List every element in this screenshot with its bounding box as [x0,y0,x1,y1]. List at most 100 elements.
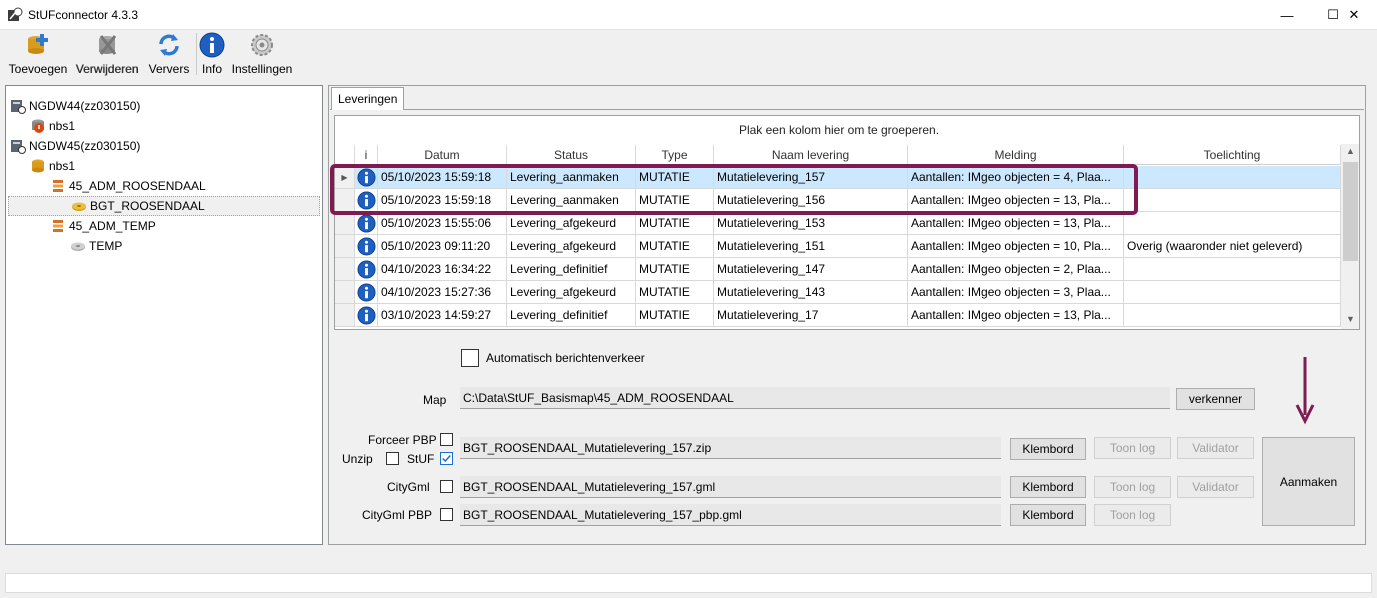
close-button[interactable]: ✕ [1331,0,1377,30]
cell-type: MUTATIE [636,281,714,303]
table-row[interactable]: 05/10/2023 09:11:20 Levering_afgekeurd MUT… [335,235,1341,258]
cell-toelichting [1124,304,1341,326]
table-row[interactable]: 04/10/2023 16:34:22 Levering_definitief MU… [335,258,1341,281]
tree-item-nbs1-error[interactable]: nbs1 [8,116,320,136]
scroll-up-arrow-icon[interactable]: ▲ [1341,144,1359,161]
header-toelichting[interactable]: Toelichting [1124,145,1341,165]
auto-messaging-label: Automatisch berichtenverkeer [486,351,645,365]
connection-tree[interactable]: NGDW44(zz030150) nbs1 NGDW45(zz030150) n… [5,85,323,545]
refresh-button[interactable]: Ververs [148,32,190,78]
table-row[interactable]: 04/10/2023 15:27:36 Levering_afgekeurd MUT… [335,281,1341,304]
tree-item-bgt-roosendaal[interactable]: BGT_ROOSENDAAL [8,196,320,216]
database-error-icon [32,119,44,133]
row-indicator[interactable] [335,235,355,257]
row-indicator[interactable] [335,258,355,280]
explorer-button[interactable]: verkenner [1176,388,1255,410]
cell-melding: Aantallen: IMgeo objecten = 13, Pla... [908,304,1124,326]
citygml-pbp-label: CityGml PBP [362,508,433,522]
tree-item-45-adm-roosendaal[interactable]: 45_ADM_ROOSENDAAL [8,176,320,196]
cell-datum: 04/10/2023 16:34:22 [378,258,507,280]
toolbar: Toevoegen Verwijderen Ververs Info Inste… [0,30,1377,80]
header-naam-levering[interactable]: Naam levering [714,145,908,165]
create-button[interactable]: Aanmaken [1262,437,1355,526]
row-indicator[interactable] [335,281,355,303]
forceer-pbp-checkbox[interactable] [440,433,453,446]
scrollbar-thumb[interactable] [1343,162,1358,261]
stuf-file-field[interactable]: BGT_ROOSENDAAL_Mutatielevering_157.zip [460,437,1001,459]
header-melding[interactable]: Melding [908,145,1124,165]
info-icon [357,213,376,233]
info-icon [355,281,378,303]
layers-icon [53,180,63,192]
vertical-scrollbar[interactable]: ▲ ▼ [1341,144,1359,329]
cell-type: MUTATIE [636,304,714,326]
tree-item-45-adm-temp[interactable]: 45_ADM_TEMP [8,216,320,236]
stuf-clipboard-button[interactable]: Klembord [1010,438,1086,460]
group-panel-hint[interactable]: Plak een kolom hier om te groeperen. [335,116,1343,144]
stuf-show-log-button[interactable]: Toon log [1094,437,1171,459]
info-icon [357,282,376,302]
minimize-button[interactable]: — [1264,0,1310,30]
remove-button[interactable]: Verwijderen [74,32,140,78]
citygml-pbp-show-log-button[interactable]: Toon log [1094,504,1171,526]
citygml-checkbox[interactable] [440,480,453,493]
cell-type: MUTATIE [636,235,714,257]
window-title: StUFconnector 4.3.3 [28,8,139,22]
auto-messaging-checkbox[interactable] [461,349,479,367]
add-button[interactable]: Toevoegen [8,32,68,78]
citygml-show-log-button[interactable]: Toon log [1094,476,1171,498]
cell-type: MUTATIE [636,258,714,280]
citygml-label: CityGml [387,480,430,494]
citygml-pbp-checkbox[interactable] [440,508,453,521]
header-status[interactable]: Status [507,145,636,165]
cell-toelichting [1124,189,1341,211]
header-info[interactable]: i [355,145,378,165]
stuf-checkbox[interactable] [440,452,453,465]
header-indicator [335,145,355,165]
app-logo-icon [8,7,23,21]
title-bar: StUFconnector 4.3.3 — ☐ [0,0,1377,30]
cell-toelichting: Overig (waaronder niet geleverd) [1124,235,1341,257]
header-datum[interactable]: Datum [378,145,507,165]
info-icon [355,212,378,234]
cell-datum: 05/10/2023 15:55:06 [378,212,507,234]
cell-status: Levering_afgekeurd [507,281,636,303]
gear-icon [251,34,273,56]
scroll-down-arrow-icon[interactable]: ▼ [1341,312,1359,329]
cell-toelichting [1124,166,1341,188]
header-type[interactable]: Type [636,145,714,165]
info-button[interactable]: Info [198,32,226,78]
cell-melding: Aantallen: IMgeo objecten = 2, Plaa... [908,258,1124,280]
row-indicator[interactable] [335,212,355,234]
citygml-pbp-file-field[interactable]: BGT_ROOSENDAAL_Mutatielevering_157_pbp.g… [460,504,1001,526]
remove-database-icon [99,35,117,55]
row-indicator[interactable] [335,304,355,326]
settings-button[interactable]: Instellingen [230,32,294,78]
cell-status: Levering_afgekeurd [507,235,636,257]
table-row[interactable]: 05/10/2023 15:55:06 Levering_afgekeurd MUT… [335,212,1341,235]
cell-toelichting [1124,258,1341,280]
deliveries-grid[interactable]: Plak een kolom hier om te groeperen. i D… [334,115,1360,330]
tree-item-ngdw45[interactable]: NGDW45(zz030150) [8,136,320,156]
map-field[interactable]: C:\Data\StUF_Basismap\45_ADM_ROOSENDAAL [460,387,1170,409]
layers-icon [53,220,63,232]
table-row[interactable]: 03/10/2023 14:59:27 Levering_definitief MU… [335,304,1341,327]
citygml-pbp-clipboard-button[interactable]: Klembord [1010,504,1086,526]
tab-leveringen[interactable]: Leveringen [331,87,404,110]
info-icon [355,304,378,326]
tree-item-temp[interactable]: TEMP [8,236,320,256]
citygml-validator-button[interactable]: Validator [1177,476,1254,498]
stuf-label: StUF [407,452,435,466]
citygml-clipboard-button[interactable]: Klembord [1010,476,1086,498]
cell-status: Levering_afgekeurd [507,212,636,234]
cell-datum: 04/10/2023 15:27:36 [378,281,507,303]
cell-naam-levering: Mutatielevering_147 [714,258,908,280]
unzip-checkbox[interactable] [386,452,399,465]
citygml-file-field[interactable]: BGT_ROOSENDAAL_Mutatielevering_157.gml [460,476,1001,498]
tree-item-nbs1[interactable]: nbs1 [8,156,320,176]
stuf-validator-button[interactable]: Validator [1177,437,1254,459]
cell-melding: Aantallen: IMgeo objecten = 10, Pla... [908,235,1124,257]
cell-status: Levering_definitief [507,304,636,326]
tree-item-ngdw44[interactable]: NGDW44(zz030150) [8,96,320,116]
refresh-icon [159,34,179,56]
